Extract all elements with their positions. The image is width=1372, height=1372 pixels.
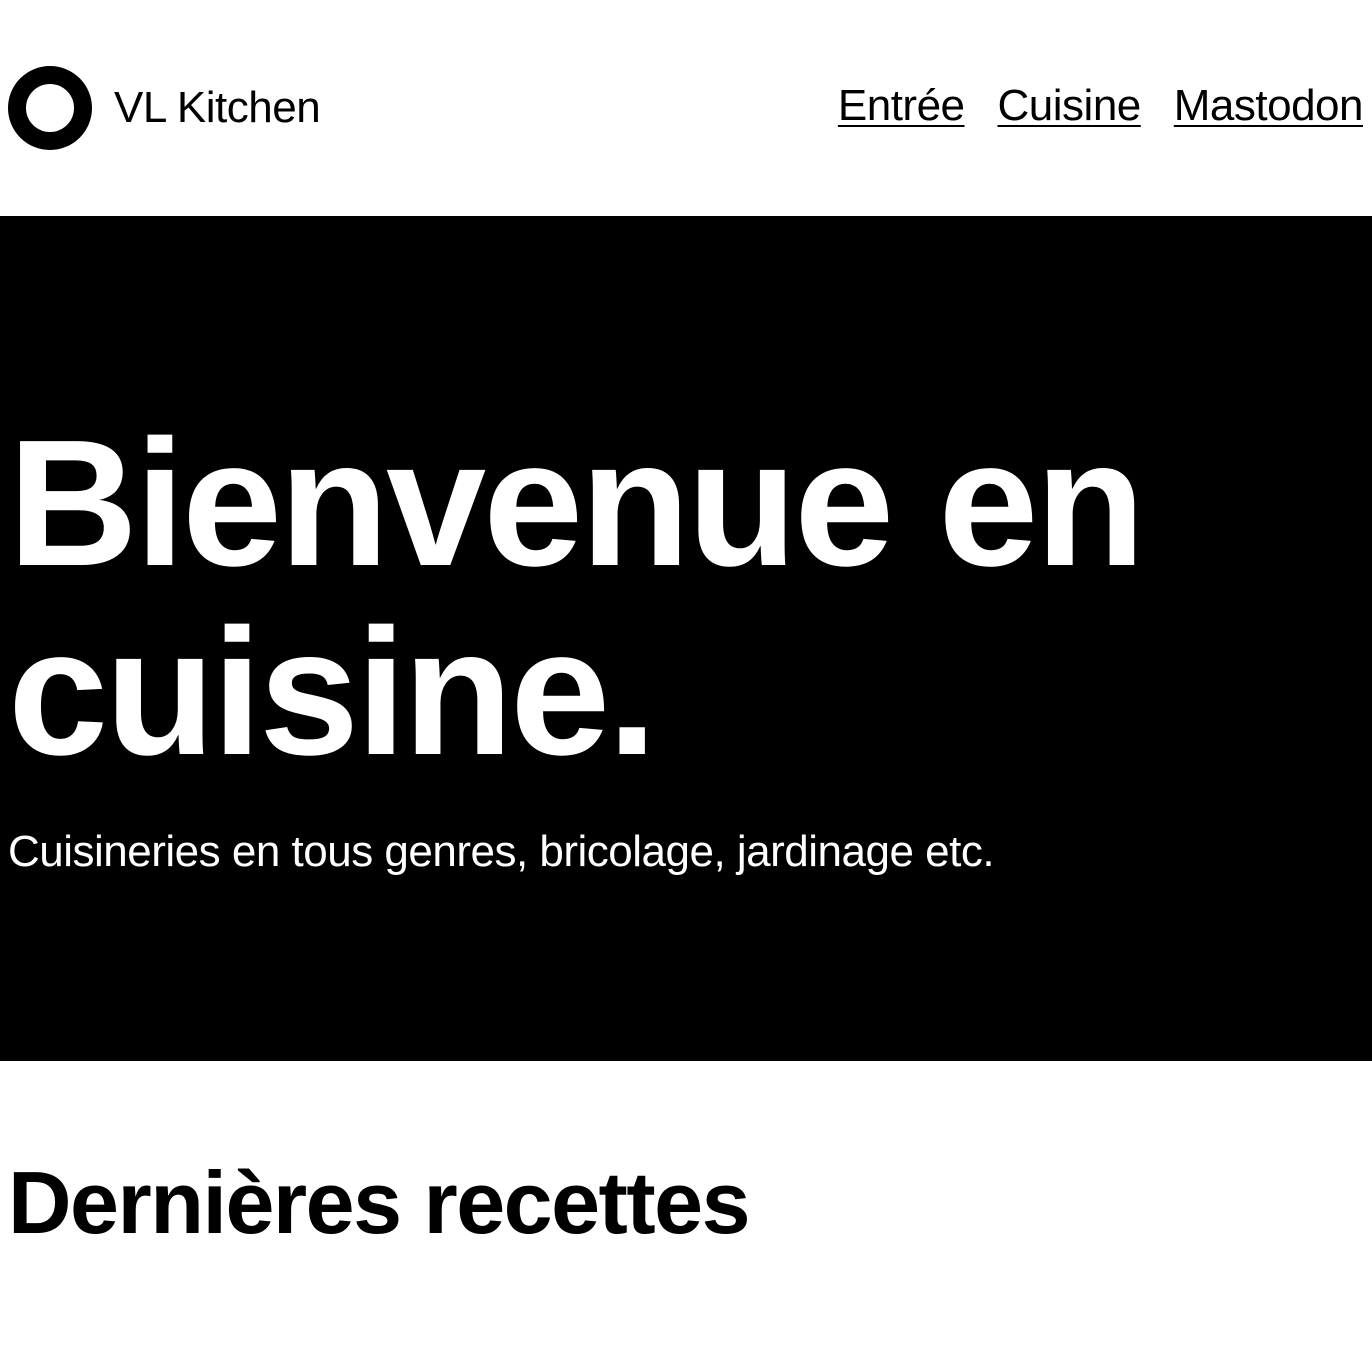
nav-link-cuisine[interactable]: Cuisine: [998, 84, 1142, 128]
main-nav: Entrée Cuisine Mastodon: [838, 84, 1364, 128]
latest-recipes-heading: Dernières recettes: [8, 1153, 751, 1252]
hero-banner: Bienvenue en cuisine. Cuisineries en tou…: [0, 216, 1372, 1061]
nav-link-mastodon[interactable]: Mastodon: [1174, 84, 1364, 128]
site-name: VL Kitchen: [114, 83, 321, 132]
circle-logo-icon: [8, 66, 92, 150]
hero-subtitle: Cuisineries en tous genres, bricolage, j…: [8, 827, 995, 876]
nav-link-entree[interactable]: Entrée: [838, 84, 965, 128]
hero-title: Bienvenue en cuisine.: [8, 403, 1145, 793]
home-link[interactable]: VL Kitchen: [8, 66, 321, 150]
site-header: VL Kitchen Entrée Cuisine Mastodon: [0, 0, 1372, 216]
